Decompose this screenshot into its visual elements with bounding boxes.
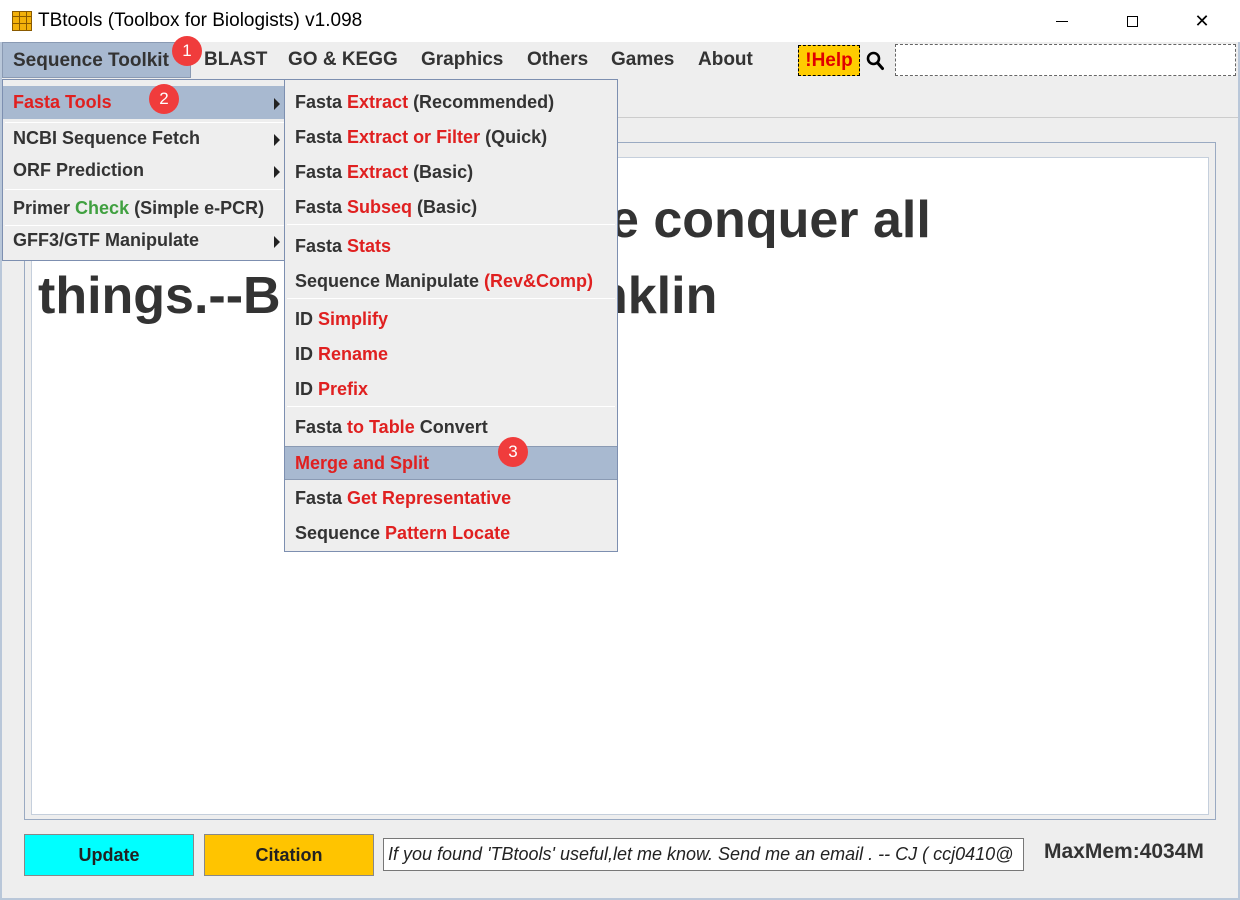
item-text: ID [295, 309, 319, 329]
search-icon[interactable] [866, 51, 884, 71]
submenu-arrow-icon [274, 236, 280, 248]
quote-line-2-start: things.--B [38, 267, 281, 325]
step-badge-2: 2 [149, 84, 179, 114]
minimize-button[interactable] [1027, 0, 1097, 42]
menu-separator [287, 224, 615, 225]
item-text-highlight: Extract [347, 92, 409, 112]
gff3-label: GFF3/GTF Manipulate [13, 230, 200, 250]
menu-about[interactable]: About [688, 42, 763, 78]
menu-item-fasta-tools[interactable]: Fasta Tools [3, 86, 286, 119]
fasta-menu-item[interactable]: ID Prefix [285, 373, 617, 406]
item-text: ID [295, 379, 319, 399]
item-text-highlight: Get Representative [347, 488, 512, 508]
orf-prediction-label: ORF Prediction [13, 160, 145, 180]
primer-label-c: (Simple e-PCR) [129, 198, 265, 218]
item-text-highlight: Prefix [318, 379, 369, 399]
fasta-menu-item[interactable]: Fasta Extract (Basic) [285, 156, 617, 189]
minimize-icon [1056, 20, 1068, 22]
item-text-highlight: Extract [347, 162, 409, 182]
menu-item-primer-check[interactable]: Primer Check (Simple e-PCR) [3, 192, 286, 225]
fasta-menu-item[interactable]: Fasta to Table Convert [285, 411, 617, 444]
item-text: Convert [414, 417, 488, 437]
menu-blast[interactable]: BLAST [194, 42, 277, 78]
menu-item-orf-prediction[interactable]: ORF Prediction [3, 154, 286, 187]
item-text-highlight: Rename [318, 344, 389, 364]
citation-button[interactable]: Citation [204, 834, 374, 876]
help-button[interactable]: !Help [798, 45, 860, 76]
fasta-menu-item[interactable]: Sequence Pattern Locate [285, 517, 617, 550]
fasta-tools-label: Fasta Tools [13, 92, 112, 112]
item-text: Sequence [295, 523, 386, 543]
item-text: Sequence Manipulate [295, 271, 485, 291]
menu-sequence-toolkit[interactable]: Sequence Toolkit [2, 42, 191, 78]
close-icon: ✕ [1194, 10, 1210, 31]
item-text-highlight: Simplify [318, 309, 389, 329]
sequence-toolkit-menu: Fasta Tools NCBI Sequence Fetch ORF Pred… [2, 79, 287, 261]
submenu-arrow-icon [274, 166, 280, 178]
message-field[interactable]: If you found 'TBtools' useful,let me kno… [383, 838, 1024, 871]
ncbi-fetch-label: NCBI Sequence Fetch [13, 128, 201, 148]
item-text: Fasta [295, 197, 348, 217]
primer-label-a: Primer [13, 198, 76, 218]
step-badge-1: 1 [172, 36, 202, 66]
item-text-highlight: to Table [347, 417, 415, 437]
fasta-menu-item[interactable]: Fasta Subseq (Basic) [285, 191, 617, 224]
primer-label-b: Check [75, 198, 130, 218]
menu-games[interactable]: Games [601, 42, 684, 78]
fasta-menu-item[interactable]: Fasta Stats [285, 230, 617, 263]
item-text: Fasta [295, 162, 348, 182]
item-text: (Basic) [412, 197, 478, 217]
window-title: TBtools (Toolbox for Biologists) v1.098 [38, 10, 363, 31]
menu-graphics[interactable]: Graphics [411, 42, 513, 78]
item-text: Fasta [295, 236, 348, 256]
item-text-highlight: (Rev&Comp) [484, 271, 594, 291]
menu-go-kegg[interactable]: GO & KEGG [278, 42, 408, 78]
fasta-tools-submenu: Fasta Extract (Recommended) Fasta Extrac… [284, 79, 618, 552]
max-memory-label: MaxMem:4034M [1044, 840, 1204, 863]
fasta-menu-item[interactable]: Fasta Get Representative [285, 482, 617, 515]
item-text: Fasta [295, 417, 348, 437]
tbtools-app-icon [12, 11, 32, 31]
fasta-menu-item-merge-split[interactable]: Merge and Split [285, 446, 617, 480]
item-text-highlight: Stats [347, 236, 392, 256]
submenu-arrow-icon [274, 134, 280, 146]
submenu-arrow-icon [274, 98, 280, 110]
menu-item-ncbi-fetch[interactable]: NCBI Sequence Fetch [3, 122, 286, 155]
item-text-highlight: Extract or Filter [347, 127, 481, 147]
item-text: ID [295, 344, 319, 364]
fasta-menu-item[interactable]: Fasta Extract (Recommended) [285, 86, 617, 119]
menu-others[interactable]: Others [517, 42, 598, 78]
item-text: Fasta [295, 488, 348, 508]
fasta-menu-item[interactable]: ID Simplify [285, 303, 617, 336]
item-text: Fasta [295, 127, 348, 147]
update-button[interactable]: Update [24, 834, 194, 876]
item-text: (Recommended) [408, 92, 555, 112]
fasta-menu-item[interactable]: ID Rename [285, 338, 617, 371]
fasta-menu-item[interactable]: Fasta Extract or Filter (Quick) [285, 121, 617, 154]
item-text: (Basic) [408, 162, 474, 182]
maximize-button[interactable] [1097, 0, 1167, 42]
menu-item-gff3[interactable]: GFF3/GTF Manipulate [3, 224, 286, 257]
item-text-highlight: Merge and Split [295, 453, 430, 473]
item-text-highlight: Subseq [347, 197, 413, 217]
search-input[interactable] [895, 44, 1236, 76]
menu-separator [5, 189, 284, 190]
fasta-menu-item[interactable]: Sequence Manipulate (Rev&Comp) [285, 265, 617, 298]
maximize-icon [1126, 15, 1138, 27]
item-text: (Quick) [480, 127, 548, 147]
item-text-highlight: Pattern Locate [385, 523, 511, 543]
menu-separator [287, 298, 615, 299]
item-text: Fasta [295, 92, 348, 112]
menu-separator [287, 406, 615, 407]
step-badge-3: 3 [498, 437, 528, 467]
close-button[interactable]: ✕ [1167, 0, 1237, 42]
